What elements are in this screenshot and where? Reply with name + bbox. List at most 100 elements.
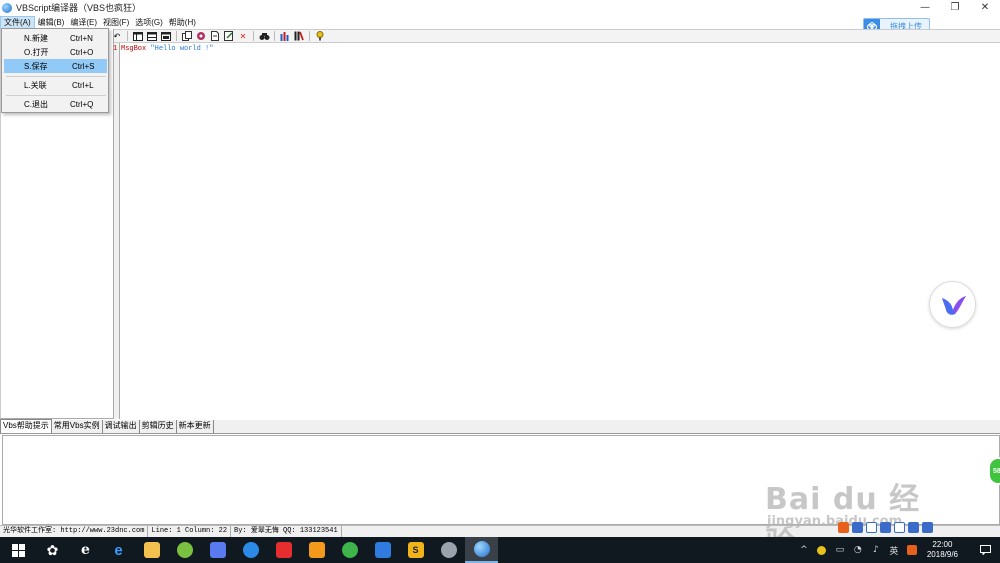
sublime-icon[interactable]: S <box>399 537 432 563</box>
menu-file[interactable]: 文件(A) <box>0 15 35 29</box>
copy-icon[interactable] <box>182 31 193 41</box>
tab-vbs-help[interactable]: Vbs帮助提示 <box>0 419 52 433</box>
menu-item-shortcut: Ctrl+L <box>72 80 94 90</box>
code-string: "Hello world !" <box>150 45 214 53</box>
tools-icon[interactable] <box>922 522 933 533</box>
ime-icon[interactable] <box>852 522 863 533</box>
menu-item-shortcut: Ctrl+N <box>70 33 93 43</box>
menu-compile[interactable]: 编译(E) <box>67 16 100 29</box>
explorer-icon[interactable] <box>135 537 168 563</box>
restore-button[interactable]: ❐ <box>940 0 970 15</box>
menu-item-save[interactable]: S.保存 Ctrl+S <box>4 59 107 73</box>
system-tray: ^ ▭ ◔ ♪ 英 22:00 2018/9/6 <box>795 537 1000 563</box>
sogou-icon[interactable] <box>838 522 849 533</box>
menu-bar: 文件(A) 编辑(B) 编译(E) 视图(F) 选项(G) 帮助(H) <box>0 15 1000 29</box>
find-icon[interactable] <box>259 31 270 41</box>
status-studio: 光华软件工作室: http://www.23dnc.com <box>0 526 149 537</box>
app-icon <box>2 2 12 13</box>
status-position: Line: 1 Column: 22 <box>148 526 232 537</box>
line-number: 1 <box>113 45 118 53</box>
compile-icon[interactable] <box>196 31 207 41</box>
shirt-icon[interactable] <box>908 522 919 533</box>
menu-item-open[interactable]: O.打开 Ctrl+O <box>4 45 107 59</box>
menu-separator <box>6 76 106 77</box>
status-author: By: 爱翠无悔 QQ: 133123541 <box>231 526 342 537</box>
video-app-icon[interactable] <box>267 537 300 563</box>
library-icon[interactable] <box>294 31 305 41</box>
tab-vbs-examples[interactable]: 常用Vbs实例 <box>51 420 103 433</box>
chevron-up-icon[interactable]: ^ <box>797 543 811 557</box>
battery-icon[interactable]: ▭ <box>833 543 847 557</box>
menu-item-label: L.关联 <box>24 80 47 90</box>
toolbar-separator <box>274 31 275 41</box>
green-app-icon[interactable] <box>333 537 366 563</box>
mic-icon[interactable] <box>880 522 891 533</box>
file-menu-dropdown: N.新建 Ctrl+N O.打开 Ctrl+O S.保存 Ctrl+S L.关联… <box>1 28 109 113</box>
window-controls: — ❐ ✕ <box>910 0 1000 15</box>
vbscript-app-icon[interactable] <box>465 537 498 563</box>
wifi-icon[interactable]: ◔ <box>851 543 865 557</box>
chart-icon[interactable] <box>280 31 291 41</box>
code-line[interactable]: MsgBox "Hello world !" <box>121 45 213 53</box>
delete-icon[interactable]: ✕ <box>238 31 249 41</box>
cloud-drive-icon[interactable] <box>366 537 399 563</box>
tab-updates[interactable]: 新本更新 <box>176 420 214 433</box>
windows-icon <box>11 543 25 557</box>
window-title: VBScript编译器（VBS也疯狂） <box>16 3 142 13</box>
layout-split-icon[interactable] <box>147 31 158 41</box>
start-button[interactable] <box>0 537 36 563</box>
notification-icon[interactable] <box>970 545 1000 555</box>
game-icon[interactable] <box>168 537 201 563</box>
code-editor[interactable]: 1 MsgBox "Hello world !" <box>113 43 1000 419</box>
code-keyword: MsgBox <box>121 45 147 53</box>
browser-icon[interactable] <box>234 537 267 563</box>
layout-full-icon[interactable] <box>161 31 172 41</box>
clock[interactable]: 22:00 2018/9/6 <box>927 540 958 560</box>
keyboard-icon[interactable] <box>894 522 905 533</box>
orange-app-icon[interactable] <box>300 537 333 563</box>
bird-app-icon[interactable] <box>432 537 465 563</box>
input-language-icon[interactable]: 英 <box>887 543 901 557</box>
edit-file-icon[interactable] <box>224 31 235 41</box>
punctuation-icon[interactable] <box>866 522 877 533</box>
new-file-icon[interactable] <box>210 31 221 41</box>
tab-clip-history[interactable]: 剪辑历史 <box>139 420 177 433</box>
toolbar-separator <box>309 31 310 41</box>
menu-item-shortcut: Ctrl+S <box>72 61 95 71</box>
toolbar: ↶ ✕ <box>110 29 1000 43</box>
tab-debug-output[interactable]: 调试输出 <box>102 420 140 433</box>
toolbar-separator <box>176 31 177 41</box>
menu-item-label: C.退出 <box>24 99 48 109</box>
menu-item-new[interactable]: N.新建 Ctrl+N <box>4 31 107 45</box>
taskbar: ✿ e e S ^ ▭ ◔ ♪ 英 22:00 2018/9/6 <box>0 537 1000 563</box>
menu-edit[interactable]: 编辑(B) <box>35 16 68 29</box>
menu-options[interactable]: 选项(G) <box>132 16 166 29</box>
menu-separator <box>6 95 106 96</box>
input-method-strip <box>838 522 933 533</box>
layout-left-icon[interactable] <box>133 31 144 41</box>
volume-icon[interactable]: ♪ <box>869 543 883 557</box>
bottom-tab-bar: Vbs帮助提示 常用Vbs实例 调试输出 剪辑历史 新本更新 <box>0 419 1000 434</box>
tray-app-icon[interactable] <box>815 543 829 557</box>
floating-bird-icon[interactable] <box>929 281 976 328</box>
menu-help[interactable]: 帮助(H) <box>166 16 199 29</box>
menu-item-label: S.保存 <box>24 61 48 71</box>
ie-icon[interactable]: e <box>69 537 102 563</box>
toolbar-separator <box>253 31 254 41</box>
task-view-icon[interactable]: ✿ <box>36 537 69 563</box>
edge-icon[interactable]: e <box>102 537 135 563</box>
close-button[interactable]: ✕ <box>970 0 1000 15</box>
speed-badge[interactable]: 58 <box>988 457 1000 485</box>
menu-item-shortcut: Ctrl+O <box>70 47 94 57</box>
feather-app-icon[interactable] <box>201 537 234 563</box>
toolbar-separator <box>127 31 128 41</box>
menu-view[interactable]: 视图(F) <box>100 16 132 29</box>
menu-item-label: O.打开 <box>24 47 49 57</box>
minimize-button[interactable]: — <box>910 0 940 15</box>
menu-item-exit[interactable]: C.退出 Ctrl+Q <box>4 97 107 111</box>
menu-item-associate[interactable]: L.关联 Ctrl+L <box>4 78 107 92</box>
sogou-tray-icon[interactable] <box>905 543 919 557</box>
baidu-watermark: Bai du 经验 jingyan.baidu.com <box>765 460 945 561</box>
help-bulb-icon[interactable] <box>315 31 326 41</box>
menu-item-shortcut: Ctrl+Q <box>70 99 94 109</box>
